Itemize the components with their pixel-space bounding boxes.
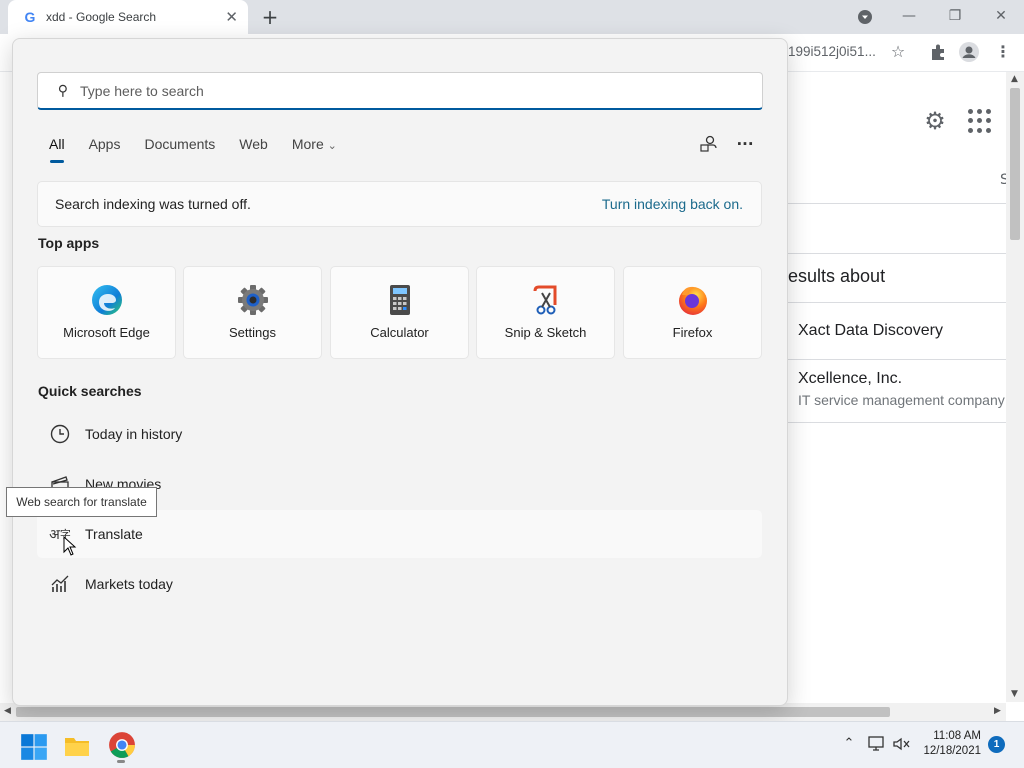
scroll-up-arrow-icon[interactable]: ▲	[1011, 74, 1018, 84]
divider	[788, 422, 1006, 423]
tab-documents[interactable]: Documents	[144, 136, 215, 152]
address-url[interactable]: 199i512j0i51...	[788, 44, 876, 59]
scroll-left-arrow-icon[interactable]: ◀	[4, 706, 11, 716]
quick-search-label: Translate	[85, 526, 143, 542]
firefox-icon	[678, 286, 707, 315]
running-indicator	[117, 760, 125, 763]
chevron-down-icon: ⌄	[327, 140, 337, 152]
restore-button[interactable]: ❐	[941, 5, 969, 27]
divider	[788, 302, 1006, 303]
tooltip: Web search for translate	[6, 487, 157, 517]
tab-all[interactable]: All	[49, 136, 65, 163]
search-tabs: All Apps Documents Web More ⌄	[49, 136, 361, 163]
gear-icon	[237, 285, 268, 315]
search-input[interactable]	[80, 82, 720, 99]
profile-avatar-icon[interactable]	[958, 41, 980, 63]
turn-indexing-on-link[interactable]: Turn indexing back on.	[602, 196, 743, 212]
quick-search-today-in-history[interactable]: Today in history	[37, 410, 762, 458]
tab-web[interactable]: Web	[239, 136, 268, 152]
tab-title: xdd - Google Search	[46, 10, 157, 24]
new-tab-button[interactable]: +	[258, 6, 282, 28]
more-options-icon[interactable]: ···	[735, 134, 755, 154]
result-title[interactable]: Xact Data Discovery	[798, 322, 943, 340]
app-settings[interactable]: Settings	[183, 266, 322, 359]
edge-icon	[91, 285, 122, 315]
horizontal-scroll-thumb[interactable]	[16, 707, 890, 717]
snip-sketch-icon	[533, 285, 556, 315]
minimize-button[interactable]: —	[895, 5, 923, 27]
chrome-menu-icon[interactable]: ⋮	[992, 41, 1014, 63]
scroll-right-arrow-icon[interactable]: ▶	[994, 706, 1001, 716]
bookmark-star-icon[interactable]: ☆	[887, 41, 909, 63]
results-about-heading: esults about	[788, 266, 886, 286]
app-label: Calculator	[370, 325, 429, 340]
network-icon[interactable]	[866, 736, 886, 752]
file-explorer-icon[interactable]	[63, 732, 91, 760]
scroll-down-arrow-icon[interactable]: ▼	[1011, 689, 1018, 699]
start-icon[interactable]	[20, 733, 48, 761]
app-label: Settings	[229, 325, 276, 340]
taskbar-clock[interactable]: 11:08 AM 12/18/2021	[918, 729, 981, 759]
tab-more[interactable]: More ⌄	[292, 136, 337, 152]
quick-search-label: Markets today	[85, 576, 173, 592]
quick-search-label: Today in history	[85, 426, 183, 442]
quick-search-markets-today[interactable]: Markets today	[37, 560, 762, 608]
calculator-icon	[389, 285, 410, 315]
tab-search-icon[interactable]	[857, 9, 873, 25]
divider	[788, 253, 1006, 254]
quick-search-translate[interactable]: अ字 Translate	[37, 510, 762, 558]
tab-close-icon[interactable]: ✕	[225, 8, 238, 26]
app-label: Snip & Sketch	[504, 325, 587, 340]
google-apps-icon[interactable]	[968, 109, 992, 133]
app-microsoft-edge[interactable]: Microsoft Edge	[37, 266, 176, 359]
extensions-icon[interactable]	[929, 43, 947, 61]
divider	[788, 359, 1006, 360]
result-subtitle: IT service management company	[798, 392, 1005, 408]
search-icon: ⚲	[57, 82, 68, 99]
browser-tab[interactable]: G xdd - Google Search ✕	[8, 0, 248, 34]
top-apps-heading: Top apps	[38, 235, 100, 251]
chrome-icon[interactable]	[108, 731, 136, 759]
quick-searches-heading: Quick searches	[38, 383, 142, 399]
clock-date: 12/18/2021	[923, 745, 981, 757]
search-account-icon[interactable]	[699, 134, 719, 154]
tab-apps[interactable]: Apps	[89, 136, 121, 152]
google-settings-gear-icon[interactable]: ⚙	[922, 108, 948, 134]
vertical-scroll-thumb[interactable]	[1010, 88, 1020, 240]
app-calculator[interactable]: Calculator	[330, 266, 469, 359]
indexing-message: Search indexing was turned off.	[55, 196, 251, 212]
divider	[788, 203, 1006, 204]
app-firefox[interactable]: Firefox	[623, 266, 762, 359]
mouse-cursor-icon	[63, 536, 77, 556]
close-window-button[interactable]: ✕	[987, 5, 1015, 27]
app-snip-sketch[interactable]: Snip & Sketch	[476, 266, 615, 359]
clock-icon	[49, 423, 71, 445]
search-box[interactable]: ⚲	[37, 72, 763, 110]
clock-time: 11:08 AM	[933, 730, 981, 742]
app-label: Microsoft Edge	[63, 325, 150, 340]
google-favicon-icon: G	[24, 9, 36, 25]
chart-icon	[49, 573, 71, 595]
notification-badge[interactable]: 1	[988, 736, 1005, 753]
volume-muted-icon[interactable]	[892, 736, 912, 752]
chevron-up-icon[interactable]: ⌃	[839, 735, 859, 753]
tab-more-label: More	[291, 136, 324, 152]
app-label: Firefox	[672, 325, 713, 340]
indexing-notice: Search indexing was turned off. Turn ind…	[37, 181, 762, 227]
result-title[interactable]: Xcellence, Inc.	[798, 370, 902, 388]
